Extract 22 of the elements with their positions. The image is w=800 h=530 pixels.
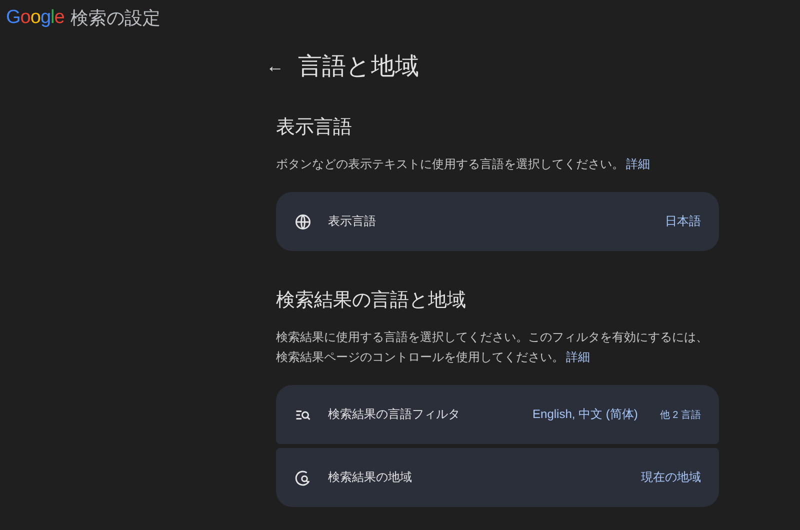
logo: Google	[6, 7, 64, 29]
setting-label: 検索結果の言語フィルタ	[328, 406, 461, 423]
setting-row[interactable]: 表示言語 日本語	[276, 192, 719, 251]
setting-value: 日本語	[665, 213, 701, 230]
section-heading: 検索結果の言語と地域	[276, 289, 467, 313]
page-title: 言語と地域	[298, 52, 419, 82]
setting-row[interactable]: 検索結果の地域 現在の地域	[276, 448, 719, 507]
header-title: 検索の設定	[70, 7, 160, 30]
learn-more-link[interactable]: 詳細	[566, 350, 590, 364]
section-description: 検索結果に使用する言語を選択してください。このフィルタを有効にするには、検索結果ページのコントロールを使用してください。 詳細	[276, 329, 709, 366]
section-description: ボタンなどの表示テキストに使用する言語を選択してください。 詳細	[276, 156, 651, 173]
setting-row[interactable]: 検索結果の言語フィルタ English, 中文 (简体) 他 2 言語	[276, 385, 719, 444]
setting-value: English, 中文 (简体)	[532, 406, 638, 423]
back-button[interactable]: ←	[266, 56, 284, 76]
globe-search-icon	[294, 468, 312, 486]
learn-more-link[interactable]: 詳細	[626, 157, 650, 171]
globe-icon	[294, 212, 312, 230]
section-heading: 表示言語	[276, 116, 353, 140]
setting-label: 検索結果の地域	[328, 469, 413, 486]
setting-label: 表示言語	[328, 213, 377, 230]
setting-extra: 他 2 言語	[660, 408, 701, 422]
setting-value: 現在の地域	[641, 469, 701, 486]
